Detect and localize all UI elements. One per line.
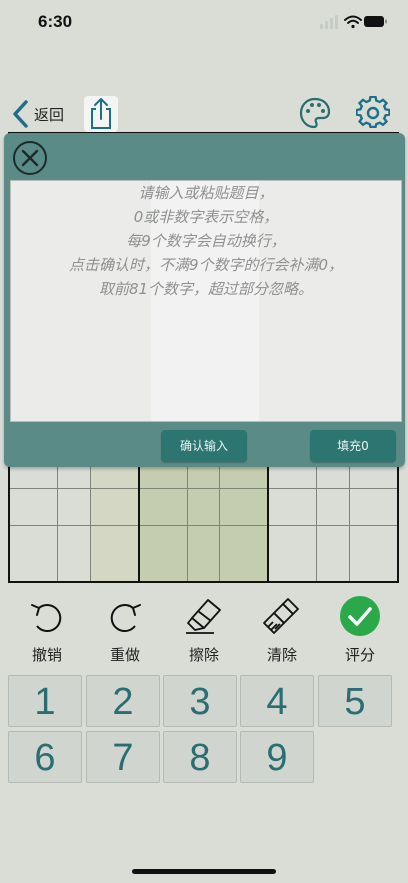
undo-button[interactable]: 撤销 (17, 596, 77, 666)
clear-label: 清除 (266, 646, 297, 664)
undo-label: 撤销 (31, 646, 62, 664)
grid-cell[interactable] (316, 487, 350, 527)
wifi-icon (344, 15, 362, 29)
placeholder-line: 点击确认时，不满9个数字的行会补满0， (68, 256, 344, 274)
digit-key-4[interactable]: 4 (240, 675, 314, 727)
grid-cell[interactable] (57, 525, 91, 584)
status-bar: 6:30 (0, 0, 408, 44)
grid-cell[interactable] (8, 525, 59, 584)
erase-label: 擦除 (188, 646, 219, 664)
chevron-left-icon (13, 100, 28, 128)
grid-cell[interactable] (186, 487, 221, 527)
grid-cell[interactable] (89, 525, 140, 584)
digit-key-2[interactable]: 2 (86, 675, 160, 727)
action-toolbar: 撤销 重做 擦除 清除 评分 (0, 596, 408, 666)
grid-row (8, 487, 399, 527)
nav-bar: 返回 (0, 92, 408, 136)
score-label: 评分 (344, 646, 375, 664)
confirm-input-button[interactable]: 确认输入 (161, 430, 247, 462)
checkmark-circle-icon (340, 596, 380, 636)
placeholder-line: 请输入或粘贴题目， (138, 184, 274, 202)
grid-cell[interactable] (219, 525, 269, 584)
close-button[interactable] (13, 141, 47, 175)
grid-cell[interactable] (348, 525, 399, 584)
undo-icon (31, 604, 62, 633)
digit-key-1[interactable]: 1 (8, 675, 82, 727)
redo-icon (110, 604, 141, 633)
digit-key-6[interactable]: 6 (8, 731, 82, 783)
grid-cell[interactable] (8, 487, 59, 527)
redo-button[interactable]: 重做 (95, 596, 155, 666)
settings-gear-icon[interactable] (356, 96, 390, 130)
placeholder-line: 取前81个数字，超过部分忽略。 (98, 280, 314, 298)
cellular-icon (320, 15, 338, 29)
digit-key-3[interactable]: 3 (163, 675, 237, 727)
back-label: 返回 (34, 105, 65, 124)
battery-icon (364, 16, 387, 27)
score-button[interactable]: 评分 (330, 596, 390, 666)
grid-cell[interactable] (89, 487, 140, 527)
status-icons (320, 15, 387, 29)
grid-cell[interactable] (267, 525, 318, 584)
close-icon (21, 149, 39, 167)
input-placeholder: 请输入或粘贴题目， 0或非数字表示空格， 每9个数字会自动换行， 点击确认时，不… (11, 181, 401, 301)
fill-zero-button[interactable]: 填充0 (310, 430, 396, 462)
redo-label: 重做 (109, 646, 140, 664)
placeholder-line: 每9个数字会自动换行， (126, 232, 286, 250)
grid-cell[interactable] (219, 487, 269, 527)
puzzle-input-panel: 请输入或粘贴题目， 0或非数字表示空格， 每9个数字会自动换行， 点击确认时，不… (4, 133, 405, 467)
digit-key-9[interactable]: 9 (240, 731, 314, 783)
grid-cell[interactable] (137, 487, 188, 527)
erase-button[interactable]: 擦除 (174, 596, 234, 666)
puzzle-text-input[interactable]: 请输入或粘贴题目， 0或非数字表示空格， 每9个数字会自动换行， 点击确认时，不… (10, 180, 402, 422)
palette-icon[interactable] (298, 96, 332, 130)
grid-cell[interactable] (348, 487, 399, 527)
grid-cell[interactable] (57, 487, 91, 527)
placeholder-line: 0或非数字表示空格， (133, 208, 279, 226)
grid-cell[interactable] (186, 525, 221, 584)
grid-cell[interactable] (137, 525, 188, 584)
share-icon (91, 98, 111, 129)
grid-cell[interactable] (267, 487, 318, 527)
digit-key-5[interactable]: 5 (318, 675, 392, 727)
brush-icon (263, 598, 299, 634)
grid-cell[interactable] (316, 525, 350, 584)
share-button[interactable] (84, 96, 118, 132)
back-button[interactable]: 返回 (10, 96, 64, 132)
digit-key-8[interactable]: 8 (163, 731, 237, 783)
home-indicator (132, 869, 276, 874)
number-keypad: 1 2 3 4 5 6 7 8 9 (8, 675, 394, 785)
clear-button[interactable]: 清除 (252, 596, 312, 666)
eraser-icon (186, 599, 221, 634)
grid-row (8, 525, 399, 584)
digit-key-7[interactable]: 7 (86, 731, 160, 783)
status-time: 6:30 (38, 12, 73, 31)
